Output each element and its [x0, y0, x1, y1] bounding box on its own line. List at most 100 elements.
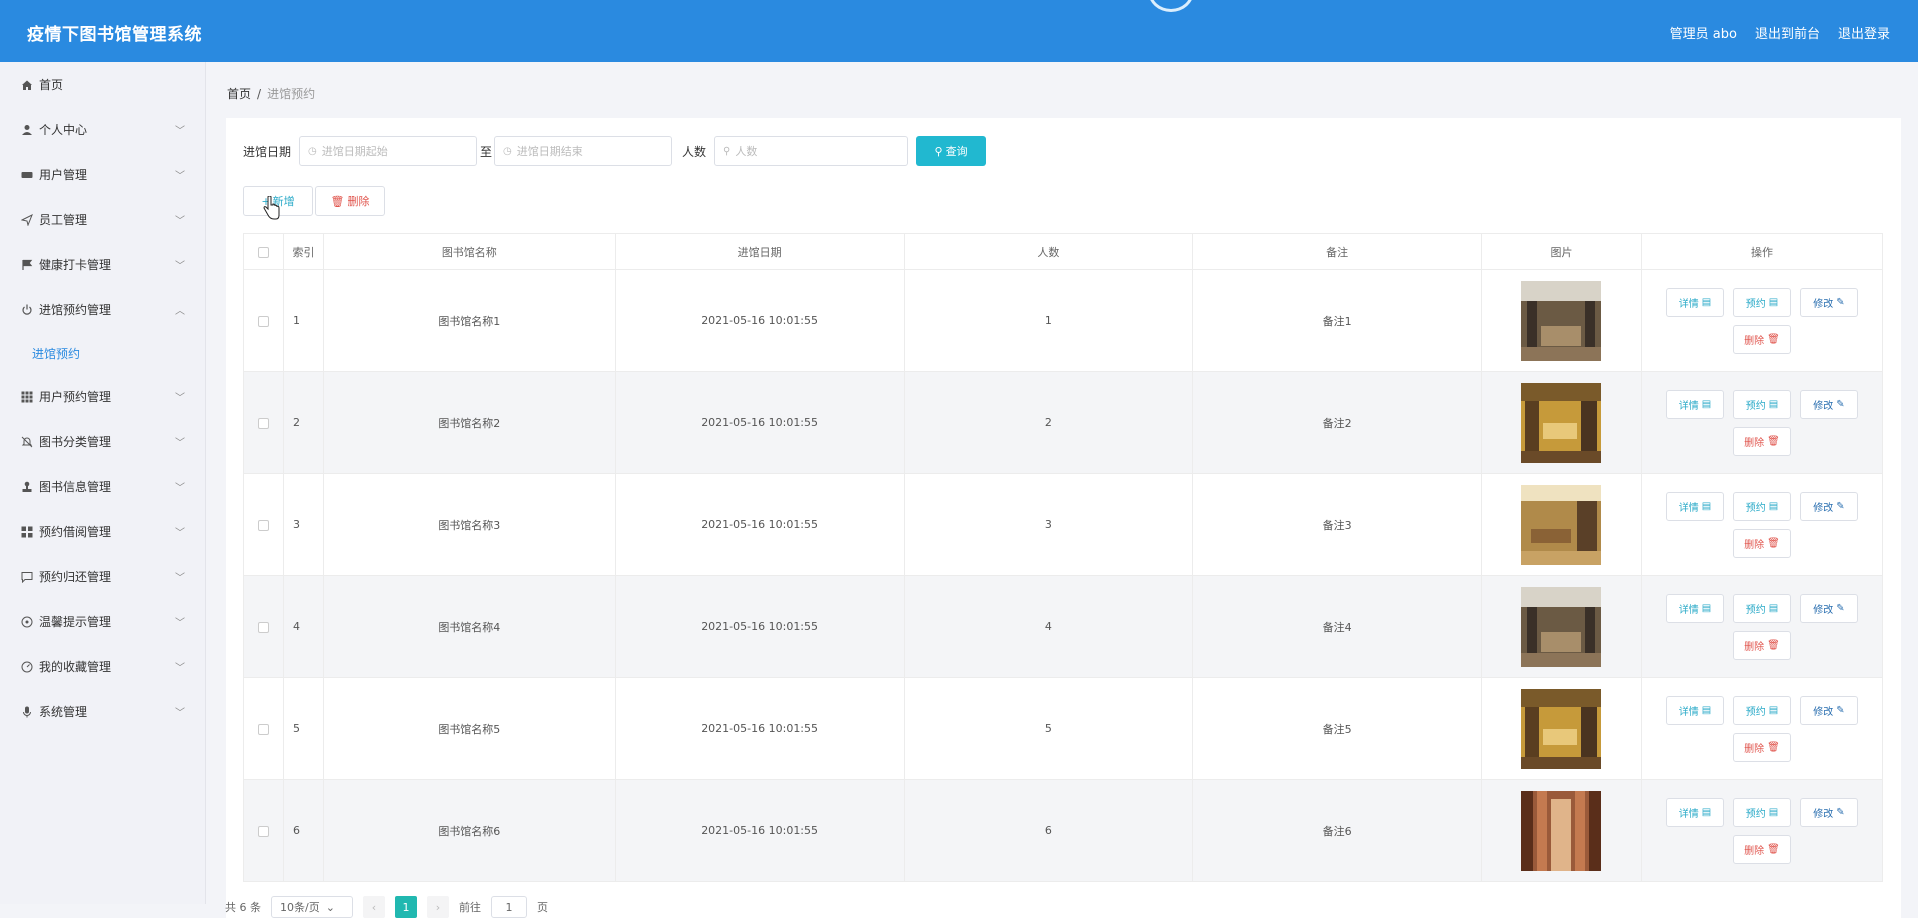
- page-size-select[interactable]: 10条/页 ⌄: [271, 896, 353, 918]
- library-image[interactable]: [1521, 688, 1602, 769]
- document-icon: ▤: [1768, 500, 1779, 512]
- edit-button[interactable]: 修改 ✎: [1799, 593, 1858, 623]
- row-date: 2021-05-16 10:01:55: [614, 677, 905, 780]
- edit-button[interactable]: 修改 ✎: [1799, 389, 1858, 419]
- row-name: 图书馆名称2: [322, 371, 616, 474]
- library-image[interactable]: [1521, 382, 1602, 463]
- sidebar-item-home[interactable]: 首页: [0, 62, 205, 107]
- date-start-placeholder: 进馆日期起始: [321, 145, 388, 158]
- chevron-down-icon: ﹀: [175, 663, 185, 674]
- goto-page-input[interactable]: 1: [491, 896, 527, 918]
- sidebar-item-favorites[interactable]: 我的收藏管理 ﹀: [0, 644, 205, 689]
- reserve-button[interactable]: 预约 ▤: [1732, 287, 1791, 317]
- sidebar-item-return[interactable]: 预约归还管理 ﹀: [0, 554, 205, 599]
- row-delete-button[interactable]: 删除 🗑: [1732, 324, 1791, 354]
- sidebar-item-staff[interactable]: 员工管理 ﹀: [0, 197, 205, 242]
- sidebar-item-system[interactable]: 系统管理 ﹀: [0, 689, 205, 734]
- row-people: 5: [903, 677, 1194, 780]
- row-index: 2: [282, 371, 324, 474]
- library-image[interactable]: [1521, 790, 1602, 871]
- sidebar-item-book-category[interactable]: 图书分类管理 ﹀: [0, 419, 205, 464]
- row-delete-button[interactable]: 删除 🗑: [1732, 426, 1791, 456]
- sidebar-item-health[interactable]: 健康打卡管理 ﹀: [0, 242, 205, 287]
- row-checkbox[interactable]: [257, 315, 269, 327]
- row-ops-cell: 详情 ▤ 预约 ▤ 修改 ✎ 删除 🗑: [1640, 473, 1884, 576]
- reserve-button[interactable]: 预约 ▤: [1732, 491, 1791, 521]
- reserve-button-label: 预约: [1745, 604, 1766, 616]
- reserve-button[interactable]: 预约 ▤: [1732, 695, 1791, 725]
- edit-button-label: 修改: [1813, 298, 1834, 310]
- sidebar-item-tips[interactable]: 温馨提示管理 ﹀: [0, 599, 205, 644]
- logout-link[interactable]: 退出登录: [1838, 23, 1890, 42]
- detail-button[interactable]: 详情 ▤: [1665, 797, 1724, 827]
- edit-button[interactable]: 修改 ✎: [1799, 695, 1858, 725]
- date-start-input[interactable]: ◷ 进馆日期起始: [299, 136, 478, 166]
- select-all-checkbox[interactable]: [257, 246, 269, 258]
- row-checkbox[interactable]: [257, 417, 269, 429]
- to-frontend-link[interactable]: 退出到前台: [1755, 23, 1820, 42]
- detail-button[interactable]: 详情 ▤: [1665, 287, 1724, 317]
- table-row: 4 图书馆名称4 2021-05-16 10:01:55 4 备注4 详情 ▤ 预…: [243, 575, 1884, 678]
- edit-button[interactable]: 修改 ✎: [1799, 797, 1858, 827]
- flag-icon: [20, 258, 33, 271]
- next-page-button[interactable]: ›: [427, 896, 449, 918]
- column-header: 图片: [1481, 233, 1642, 270]
- row-note: 备注3: [1192, 473, 1483, 576]
- people-input[interactable]: ⚲ 人数: [714, 136, 909, 166]
- row-delete-button[interactable]: 删除 🗑: [1732, 834, 1791, 864]
- reserve-button[interactable]: 预约 ▤: [1732, 593, 1791, 623]
- sidebar-item-user-reservation[interactable]: 用户预约管理 ﹀: [0, 374, 205, 419]
- detail-button-label: 详情: [1678, 298, 1699, 310]
- row-image-cell: [1481, 371, 1642, 474]
- mouse-cursor-icon: [263, 196, 280, 220]
- speedometer-icon: [20, 660, 33, 673]
- sidebar-item-users[interactable]: 用户管理 ﹀: [0, 152, 205, 197]
- row-name: 图书馆名称1: [322, 269, 616, 372]
- reserve-button[interactable]: 预约 ▤: [1732, 797, 1791, 827]
- edit-button[interactable]: 修改 ✎: [1799, 287, 1858, 317]
- sidebar-item-profile[interactable]: 个人中心 ﹀: [0, 107, 205, 152]
- edit-button[interactable]: 修改 ✎: [1799, 491, 1858, 521]
- search-icon: ⚲: [934, 144, 943, 158]
- document-icon: ▤: [1768, 806, 1779, 818]
- library-image[interactable]: [1521, 484, 1602, 565]
- query-button[interactable]: ⚲ 查询: [916, 136, 987, 166]
- row-note: 备注6: [1192, 779, 1483, 882]
- row-delete-button[interactable]: 删除 🗑: [1732, 528, 1791, 558]
- row-checkbox[interactable]: [257, 825, 269, 837]
- detail-button[interactable]: 详情 ▤: [1665, 593, 1724, 623]
- row-checkbox[interactable]: [257, 621, 269, 633]
- delete-button-label: 删除: [347, 195, 370, 208]
- chevron-down-icon: ﹀: [175, 393, 185, 404]
- page-number[interactable]: 1: [395, 896, 417, 918]
- globe-icon: [20, 615, 33, 628]
- reserve-button-label: 预约: [1745, 808, 1766, 820]
- row-index: 1: [282, 269, 324, 372]
- reserve-button-label: 预约: [1745, 400, 1766, 412]
- delete-button[interactable]: 🗑 删除: [315, 186, 385, 216]
- breadcrumb-home[interactable]: 首页: [227, 87, 251, 101]
- row-delete-button[interactable]: 删除 🗑: [1732, 630, 1791, 660]
- sidebar-item-borrow[interactable]: 预约借阅管理 ﹀: [0, 509, 205, 554]
- chevron-down-icon: ﹀: [175, 483, 185, 494]
- row-delete-button-label: 删除: [1744, 641, 1765, 653]
- row-checkbox[interactable]: [257, 723, 269, 735]
- library-image[interactable]: [1521, 280, 1602, 361]
- date-end-input[interactable]: ◷ 进馆日期结束: [494, 136, 673, 166]
- sidebar-item-book-info[interactable]: 图书信息管理 ﹀: [0, 464, 205, 509]
- row-checkbox[interactable]: [257, 519, 269, 531]
- detail-button[interactable]: 详情 ▤: [1665, 695, 1724, 725]
- row-people: 3: [903, 473, 1194, 576]
- sidebar-subitem-entry-reservation[interactable]: 进馆预约: [0, 332, 205, 374]
- column-header: 操作: [1640, 233, 1884, 270]
- row-name: 图书馆名称5: [322, 677, 616, 780]
- detail-button[interactable]: 详情 ▤: [1665, 389, 1724, 419]
- prev-page-button[interactable]: ‹: [363, 896, 385, 918]
- reserve-button[interactable]: 预约 ▤: [1732, 389, 1791, 419]
- sidebar-item-entry-reservation[interactable]: 进馆预约管理 ︿: [0, 287, 205, 332]
- detail-button[interactable]: 详情 ▤: [1665, 491, 1724, 521]
- document-icon: ▤: [1701, 398, 1712, 410]
- library-image[interactable]: [1521, 586, 1602, 667]
- row-delete-button[interactable]: 删除 🗑: [1732, 732, 1791, 762]
- pencil-icon: ✎: [1836, 602, 1845, 614]
